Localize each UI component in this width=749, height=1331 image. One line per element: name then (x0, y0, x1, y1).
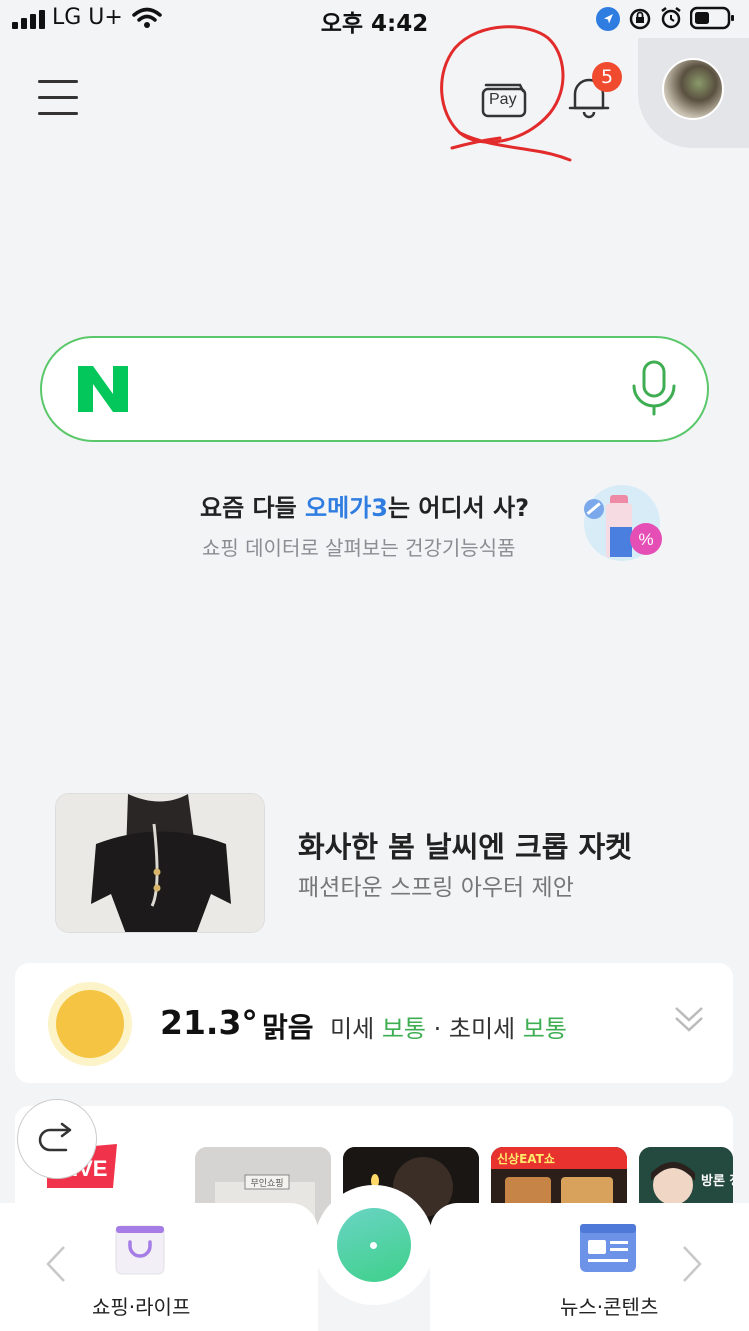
news-contents-tab[interactable] (578, 1220, 638, 1276)
news-contents-label[interactable]: 뉴스·콘텐츠 (560, 1291, 658, 1320)
share-arrow-icon (38, 1122, 72, 1152)
supplement-bottle-icon: % (584, 485, 662, 561)
news-thumb-label: 방론 정정 (701, 1173, 733, 1189)
hand-drawn-annotation (440, 25, 572, 162)
battery-icon (690, 6, 734, 30)
air-quality: 미세 보통 · 초미세 보통 (330, 1015, 567, 1043)
status-bar: LG U+ 오후 4:42 (0, 0, 749, 38)
chevron-left-icon[interactable] (44, 1245, 68, 1283)
promo-fashion-subtitle: 패션타운 스프링 아우터 제안 (298, 875, 574, 901)
sunny-icon (56, 990, 124, 1058)
expand-chevron-icon[interactable] (672, 1002, 706, 1036)
share-button[interactable] (17, 1099, 97, 1179)
promo-health-subtitle: 쇼핑 데이터로 살펴보는 건강기능식품 (202, 536, 516, 560)
notification-badge: 5 (592, 62, 622, 92)
shopping-life-label[interactable]: 쇼핑·라이프 (92, 1291, 190, 1320)
voice-search-button[interactable] (628, 360, 680, 424)
jacket-illustration (56, 794, 264, 932)
news-icon (580, 1224, 636, 1272)
promo-fashion-title[interactable]: 화사한 봄 날씨엔 크롭 자켓 (298, 824, 632, 866)
temperature: 21.3° (160, 1003, 258, 1042)
jacket-product-image[interactable] (55, 793, 265, 933)
avatar[interactable] (662, 58, 724, 120)
weather-condition: 맑음 (262, 1011, 314, 1044)
rotation-lock-icon (629, 8, 651, 30)
shopping-bag-icon (115, 1225, 165, 1275)
discount-badge-text: % (638, 530, 653, 549)
green-dot-center (370, 1242, 377, 1249)
shopping-life-tab[interactable] (110, 1222, 170, 1278)
store-sign-text: 무인쇼핑 (250, 1178, 283, 1189)
menu-button[interactable] (36, 78, 80, 116)
search-bar[interactable] (40, 336, 709, 442)
chevron-right-icon[interactable] (680, 1245, 704, 1283)
alarm-icon (661, 7, 681, 29)
location-icon (596, 7, 620, 31)
naver-logo (78, 366, 128, 412)
microphone-icon (632, 360, 676, 416)
promo-health-title[interactable]: 요즘 다들 오메가3는 어디서 사? (200, 488, 529, 523)
food-show-label: 신상EAT쇼 (497, 1151, 555, 1166)
